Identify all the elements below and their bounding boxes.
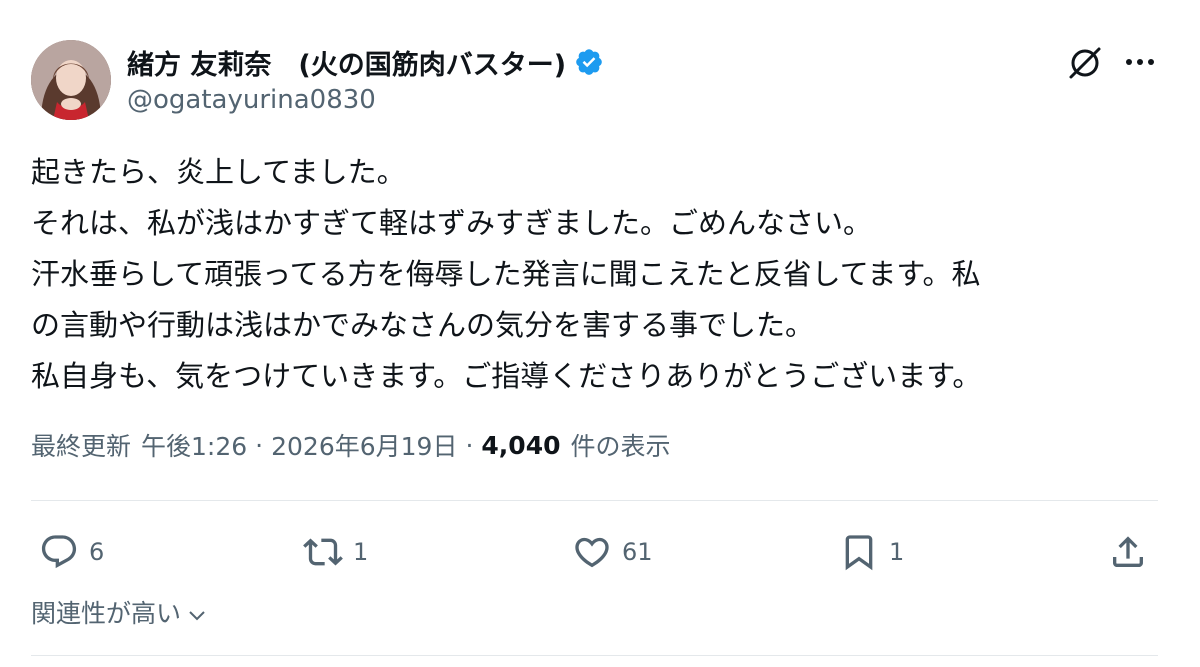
more-icon[interactable] [1122, 48, 1158, 76]
bookmark-icon [845, 535, 873, 571]
views-label: 件の表示 [570, 432, 671, 461]
reply-sort-dropdown[interactable]: 関連性が高い [31, 590, 209, 634]
tweet-line: 私自身も、気をつけていきます。ご指導くださりありがとうございます。 [31, 359, 982, 393]
divider [31, 655, 1158, 656]
share-button[interactable] [1108, 526, 1148, 578]
grok-icon[interactable] [1066, 44, 1104, 82]
tweet-time[interactable]: 午後1:26 [141, 427, 247, 463]
reply-count: 6 [89, 538, 105, 566]
tweet-line: の言動や行動は浅はかでみなさんの気分を害する事でした。 [31, 308, 815, 342]
repost-icon [303, 538, 343, 566]
reply-icon [41, 535, 77, 569]
author-name-row[interactable]: 緒方 友莉奈 (火の国筋肉バスター) [127, 43, 604, 82]
tweet-line: 起きたら、炎上してました。 [31, 155, 406, 189]
divider [31, 500, 1158, 501]
views-count: 4,040 [481, 430, 561, 460]
bookmark-count: 1 [889, 538, 905, 566]
meta-separator: · [465, 430, 474, 460]
share-icon [1113, 536, 1143, 567]
bookmark-button[interactable]: 1 [839, 526, 904, 578]
tweet-text: 起きたら、炎上してました。 それは、私が浅はかすぎて軽はずみすぎました。ごめんな… [31, 147, 1181, 402]
tweet-line: それは、私が浅はかすぎて軽はずみすぎました。ごめんなさい。 [31, 206, 873, 240]
repost-button[interactable]: 1 [303, 526, 368, 578]
profile-photo-icon [31, 40, 111, 120]
chevron-down-icon [189, 611, 205, 621]
author-handle[interactable]: @ogatayurina0830 [127, 85, 376, 115]
action-bar: 6 1 61 1 [31, 526, 1158, 578]
reply-sort-label: 関連性が高い [31, 599, 182, 628]
author-avatar[interactable] [31, 40, 111, 120]
heart-icon [575, 537, 609, 568]
author-display-name[interactable]: 緒方 友莉奈 (火の国筋肉バスター) [127, 43, 566, 82]
meta-separator: · [255, 430, 264, 460]
like-count: 61 [622, 538, 653, 566]
tweet-meta: 最終更新 午後1:26 · 2026年6月19日 · 4,040 件の表示 [31, 423, 671, 467]
edited-label[interactable]: 最終更新 [31, 427, 131, 463]
verified-badge-icon [576, 49, 602, 75]
like-button[interactable]: 61 [572, 526, 653, 578]
reply-button[interactable]: 6 [39, 526, 104, 578]
repost-count: 1 [353, 538, 369, 566]
tweet-date[interactable]: 2026年6月19日 [271, 427, 457, 463]
tweet-line: 汗水垂らして頑張ってる方を侮辱した発言に聞こえたと反省してます。私 [31, 257, 981, 291]
